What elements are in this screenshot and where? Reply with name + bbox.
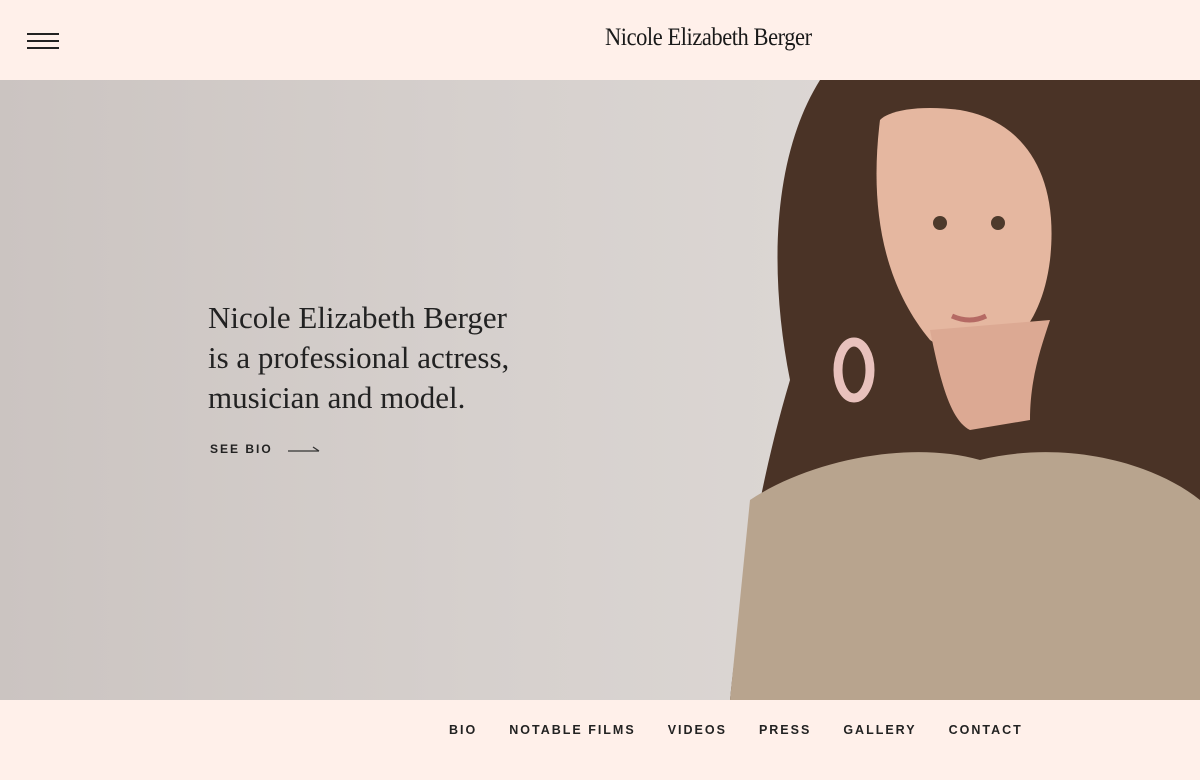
hero-section: Nicole Elizabeth Berger is a professiona… xyxy=(0,80,1200,700)
hero-portrait-image xyxy=(730,80,1200,700)
nav-gallery[interactable]: GALLERY xyxy=(843,723,916,737)
headline-line: Nicole Elizabeth Berger xyxy=(208,300,507,335)
headline-line: is a professional actress, xyxy=(208,340,510,375)
bottom-nav: BIO NOTABLE FILMS VIDEOS PRESS GALLERY C… xyxy=(0,700,1200,780)
nav-notable-films[interactable]: NOTABLE FILMS xyxy=(509,723,635,737)
hamburger-icon-line xyxy=(27,40,59,42)
hamburger-icon xyxy=(27,33,59,35)
nav-videos[interactable]: VIDEOS xyxy=(668,723,727,737)
headline-line: musician and model. xyxy=(208,380,466,415)
arrow-right-icon xyxy=(287,446,320,452)
see-bio-link[interactable]: SEE BIO xyxy=(210,442,321,456)
nav-bio[interactable]: BIO xyxy=(449,723,477,737)
nav-press[interactable]: PRESS xyxy=(759,723,811,737)
site-header: Nicole Elizabeth Berger xyxy=(0,0,1200,80)
see-bio-label: SEE BIO xyxy=(210,442,273,456)
nav-contact[interactable]: CONTACT xyxy=(949,723,1023,737)
hero-headline: Nicole Elizabeth Berger is a professiona… xyxy=(208,298,568,418)
hamburger-menu-button[interactable] xyxy=(27,33,59,49)
hamburger-icon-line xyxy=(27,47,59,49)
site-logo[interactable]: Nicole Elizabeth Berger xyxy=(605,24,812,52)
